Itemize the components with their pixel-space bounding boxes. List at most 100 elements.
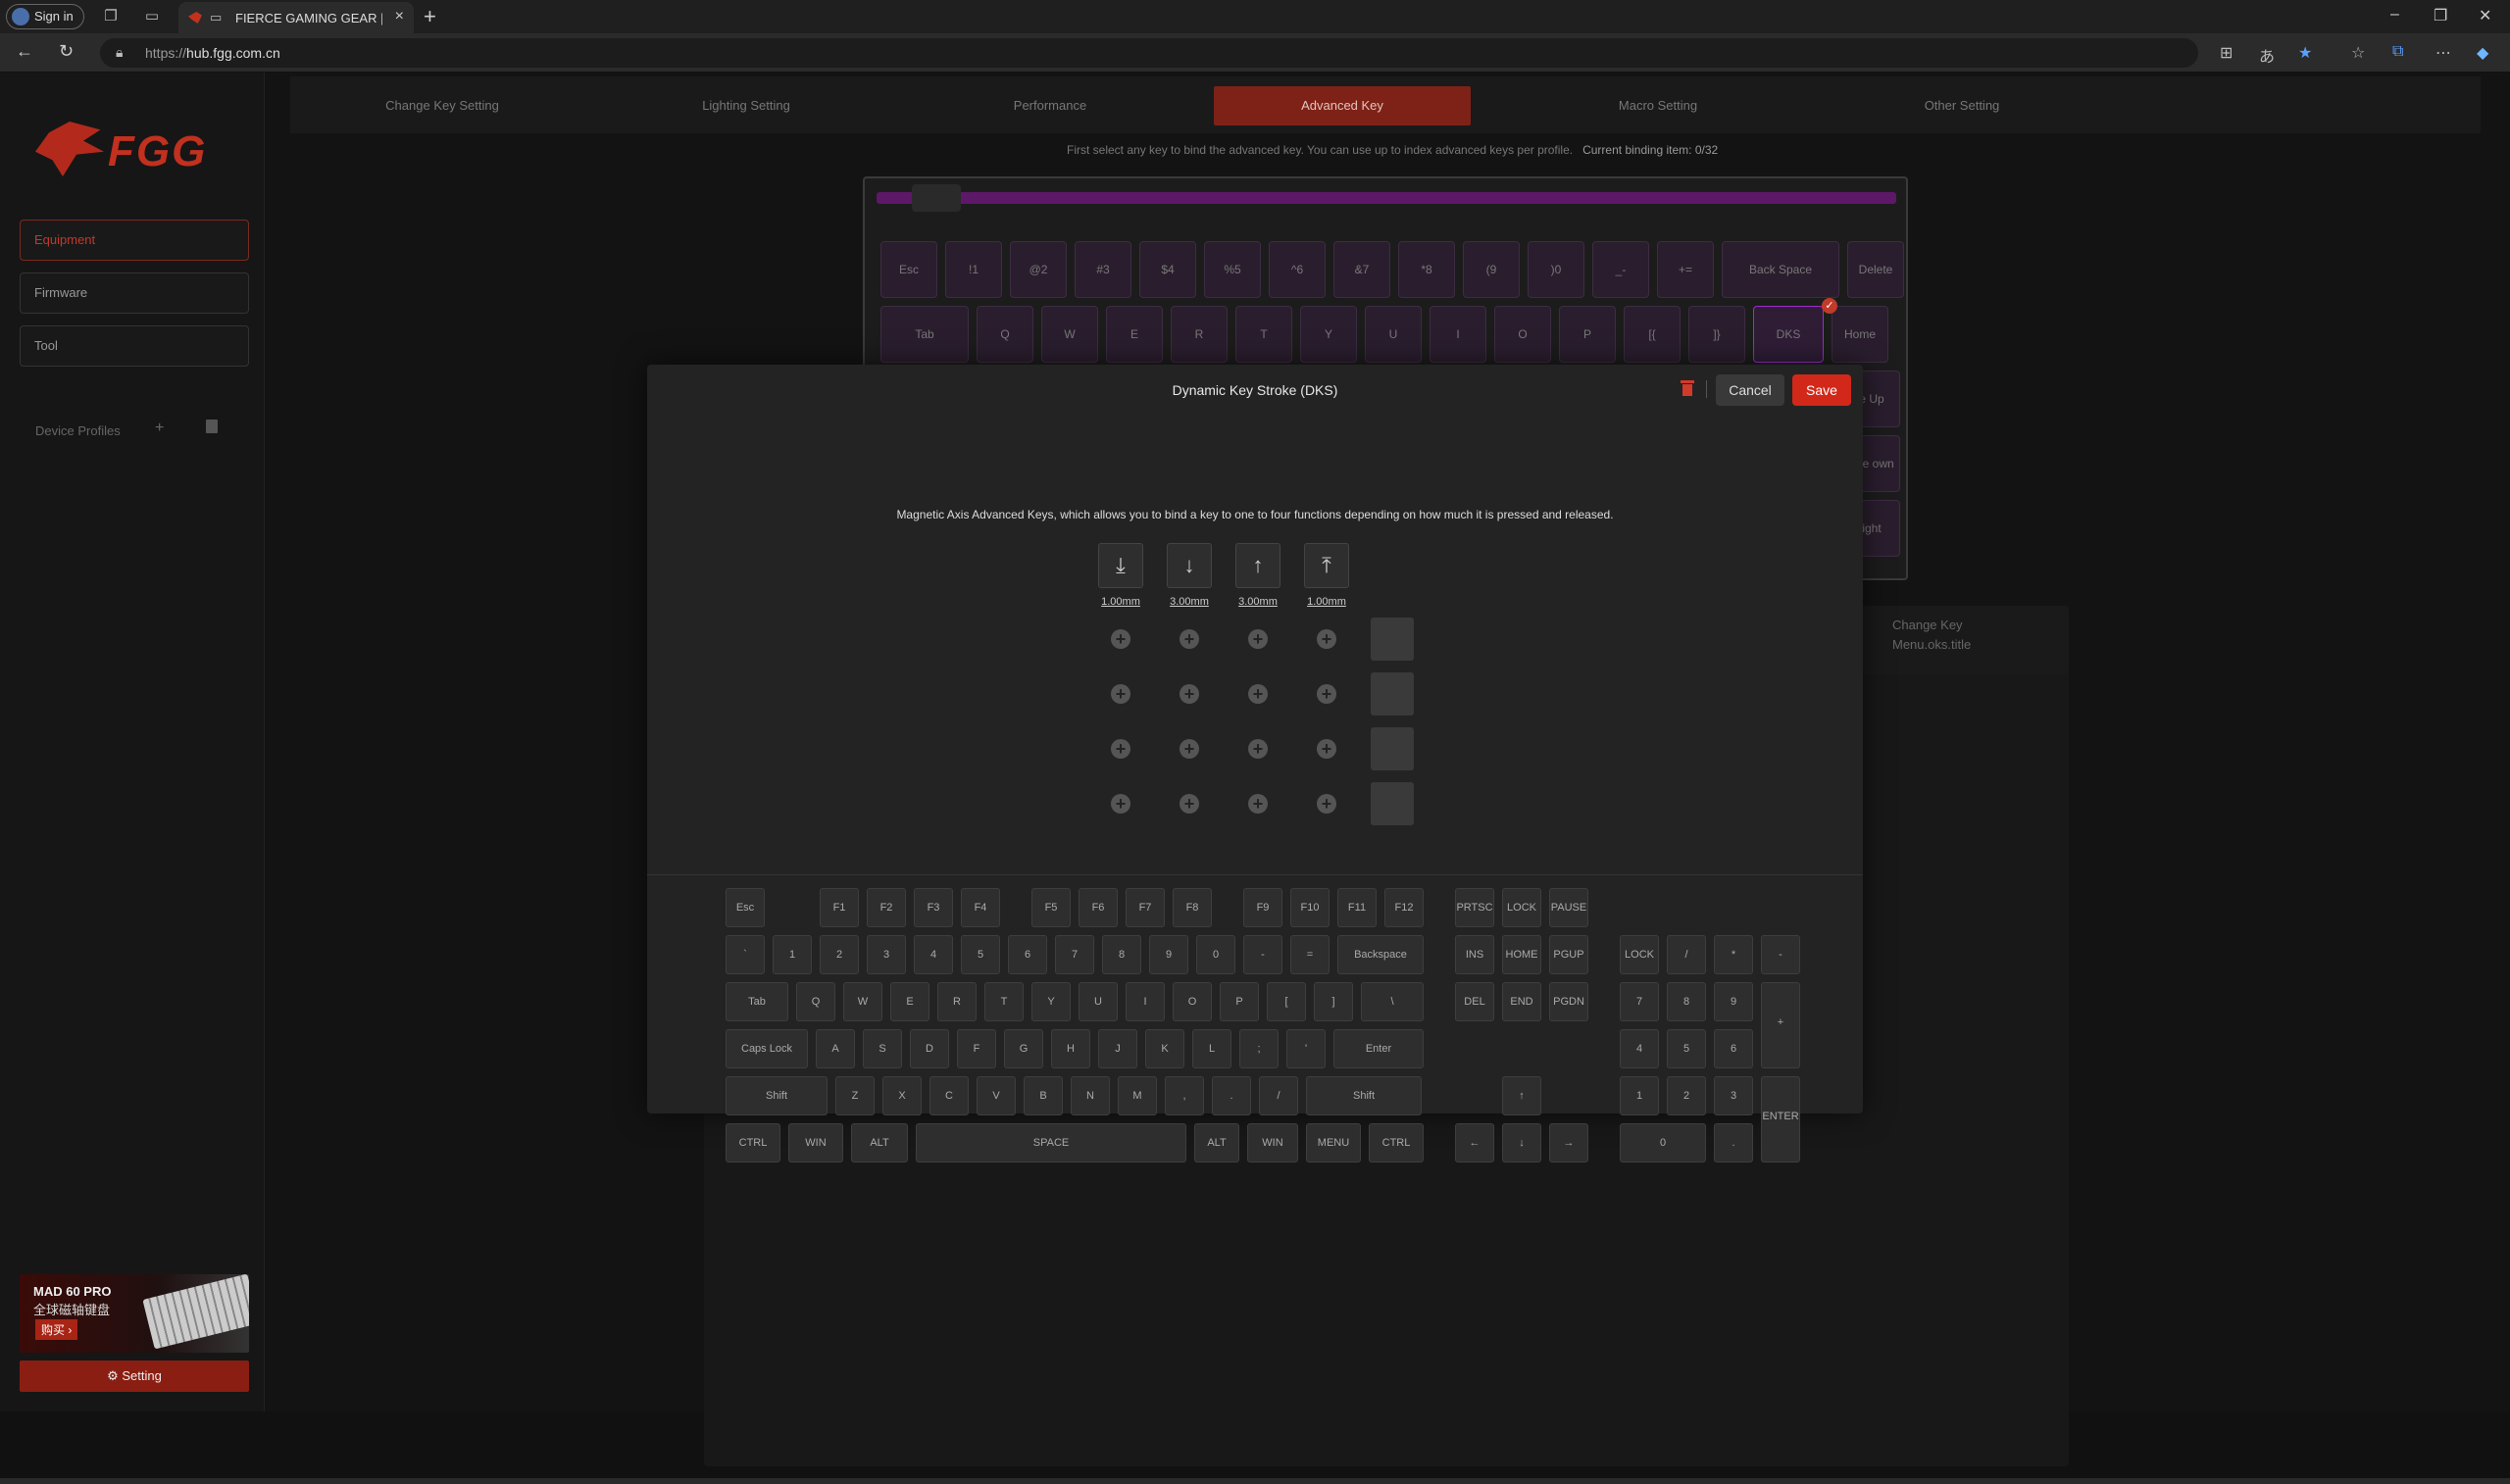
virtual-key[interactable]: = bbox=[1290, 935, 1330, 974]
device-key[interactable]: (9 bbox=[1463, 241, 1520, 298]
binding-slot[interactable] bbox=[1371, 672, 1414, 716]
virtual-key[interactable]: F6 bbox=[1079, 888, 1118, 927]
device-key[interactable]: &7 bbox=[1333, 241, 1390, 298]
virtual-key[interactable]: WIN bbox=[788, 1123, 843, 1162]
virtual-key[interactable]: Shift bbox=[1306, 1076, 1422, 1115]
virtual-key[interactable]: F9 bbox=[1243, 888, 1282, 927]
virtual-key[interactable]: T bbox=[984, 982, 1024, 1021]
virtual-key[interactable]: L bbox=[1192, 1029, 1231, 1068]
virtual-key[interactable]: . bbox=[1714, 1123, 1753, 1162]
virtual-key[interactable]: ↓ bbox=[1502, 1123, 1541, 1162]
add-binding-icon[interactable]: + bbox=[1248, 684, 1268, 704]
add-binding-icon[interactable]: + bbox=[1180, 629, 1199, 649]
virtual-key[interactable]: 8 bbox=[1667, 982, 1706, 1021]
minimize-icon[interactable]: – bbox=[2390, 6, 2399, 24]
audio-icon[interactable]: ▭ bbox=[210, 10, 222, 25]
virtual-key[interactable]: → bbox=[1549, 1123, 1588, 1162]
device-key[interactable]: $4 bbox=[1139, 241, 1196, 298]
virtual-key[interactable]: X bbox=[882, 1076, 922, 1115]
device-key[interactable]: I bbox=[1430, 306, 1486, 363]
virtual-key[interactable]: J bbox=[1098, 1029, 1137, 1068]
virtual-key[interactable]: DEL bbox=[1455, 982, 1494, 1021]
close-tab-icon[interactable]: × bbox=[395, 8, 404, 25]
virtual-key[interactable]: Shift bbox=[726, 1076, 828, 1115]
add-profile-icon[interactable]: + bbox=[155, 420, 164, 437]
virtual-key[interactable]: CTRL bbox=[1369, 1123, 1424, 1162]
sidebar-item-equipment[interactable]: Equipment bbox=[20, 220, 249, 261]
virtual-key[interactable]: \ bbox=[1361, 982, 1424, 1021]
virtual-key[interactable]: F12 bbox=[1384, 888, 1424, 927]
virtual-key[interactable]: ' bbox=[1286, 1029, 1326, 1068]
virtual-key[interactable]: 6 bbox=[1008, 935, 1047, 974]
virtual-key[interactable]: 1 bbox=[1620, 1076, 1659, 1115]
virtual-key[interactable]: O bbox=[1173, 982, 1212, 1021]
virtual-key[interactable]: - bbox=[1243, 935, 1282, 974]
device-key[interactable]: ]} bbox=[1688, 306, 1745, 363]
virtual-key[interactable]: ] bbox=[1314, 982, 1353, 1021]
restore-icon[interactable]: ❐ bbox=[2434, 6, 2447, 25]
virtual-key[interactable]: K bbox=[1145, 1029, 1184, 1068]
tab-other-setting[interactable]: Other Setting bbox=[1810, 86, 2114, 125]
tab-performance[interactable]: Performance bbox=[898, 86, 1202, 125]
virtual-key[interactable]: G bbox=[1004, 1029, 1043, 1068]
virtual-key[interactable]: 7 bbox=[1055, 935, 1094, 974]
virtual-key[interactable]: F7 bbox=[1126, 888, 1165, 927]
virtual-key[interactable]: Caps Lock bbox=[726, 1029, 808, 1068]
device-key[interactable]: !1 bbox=[945, 241, 1002, 298]
virtual-key[interactable]: I bbox=[1126, 982, 1165, 1021]
virtual-key[interactable]: F11 bbox=[1337, 888, 1377, 927]
device-key[interactable]: W bbox=[1041, 306, 1098, 363]
binding-slot[interactable] bbox=[1371, 618, 1414, 661]
virtual-key[interactable]: Y bbox=[1031, 982, 1071, 1021]
add-binding-icon[interactable]: + bbox=[1111, 739, 1130, 759]
virtual-key[interactable]: E bbox=[890, 982, 929, 1021]
virtual-key[interactable]: 5 bbox=[1667, 1029, 1706, 1068]
cancel-button[interactable]: Cancel bbox=[1716, 374, 1784, 406]
virtual-key[interactable]: 6 bbox=[1714, 1029, 1753, 1068]
virtual-key[interactable]: ← bbox=[1455, 1123, 1494, 1162]
tab-change-key-setting[interactable]: Change Key Setting bbox=[290, 86, 594, 125]
device-key[interactable]: += bbox=[1657, 241, 1714, 298]
binding-slot[interactable] bbox=[1371, 782, 1414, 825]
virtual-key[interactable]: ; bbox=[1239, 1029, 1279, 1068]
virtual-key[interactable]: 5 bbox=[961, 935, 1000, 974]
virtual-key[interactable]: 9 bbox=[1149, 935, 1188, 974]
device-key[interactable]: ^6 bbox=[1269, 241, 1326, 298]
virtual-key[interactable]: 4 bbox=[1620, 1029, 1659, 1068]
device-key[interactable]: Q bbox=[977, 306, 1033, 363]
virtual-key[interactable]: F1 bbox=[820, 888, 859, 927]
virtual-key[interactable]: LOCK bbox=[1620, 935, 1659, 974]
virtual-key[interactable]: D bbox=[910, 1029, 949, 1068]
promo-banner[interactable]: MAD 60 PRO 全球磁轴键盘 购买 › bbox=[20, 1274, 249, 1353]
virtual-key[interactable]: F3 bbox=[914, 888, 953, 927]
virtual-key[interactable]: - bbox=[1761, 935, 1800, 974]
virtual-key[interactable]: Tab bbox=[726, 982, 788, 1021]
add-binding-icon[interactable]: + bbox=[1111, 629, 1130, 649]
virtual-key[interactable]: F10 bbox=[1290, 888, 1330, 927]
virtual-key[interactable]: F bbox=[957, 1029, 996, 1068]
add-binding-icon[interactable]: + bbox=[1248, 794, 1268, 814]
device-key[interactable]: Home bbox=[1832, 306, 1888, 363]
virtual-key[interactable]: 0 bbox=[1196, 935, 1235, 974]
virtual-key[interactable]: 2 bbox=[1667, 1076, 1706, 1115]
stage-1-distance[interactable]: 1.00mm bbox=[1091, 596, 1150, 608]
virtual-key[interactable]: R bbox=[937, 982, 977, 1021]
add-binding-icon[interactable]: + bbox=[1111, 794, 1130, 814]
virtual-key[interactable]: M bbox=[1118, 1076, 1157, 1115]
add-binding-icon[interactable]: + bbox=[1111, 684, 1130, 704]
sidebar-item-tool[interactable]: Tool bbox=[20, 325, 249, 367]
url-field[interactable]: 🔒︎ https://hub.fgg.com.cn bbox=[100, 38, 2198, 68]
setting-button[interactable]: ⚙ Setting bbox=[20, 1360, 249, 1392]
virtual-key[interactable]: H bbox=[1051, 1029, 1090, 1068]
device-key[interactable]: U bbox=[1365, 306, 1422, 363]
browser-tab[interactable]: ▭ FIERCE GAMING GEAR | MA × bbox=[178, 2, 414, 33]
virtual-key[interactable]: P bbox=[1220, 982, 1259, 1021]
virtual-key[interactable]: U bbox=[1079, 982, 1118, 1021]
virtual-key[interactable]: PAUSE bbox=[1549, 888, 1588, 927]
virtual-key[interactable]: N bbox=[1071, 1076, 1110, 1115]
back-icon[interactable]: ← bbox=[16, 41, 33, 62]
device-key-dks[interactable]: DKS bbox=[1753, 306, 1824, 363]
virtual-key[interactable]: 8 bbox=[1102, 935, 1141, 974]
virtual-key[interactable]: WIN bbox=[1247, 1123, 1298, 1162]
tab-macro-setting[interactable]: Macro Setting bbox=[1506, 86, 1810, 125]
